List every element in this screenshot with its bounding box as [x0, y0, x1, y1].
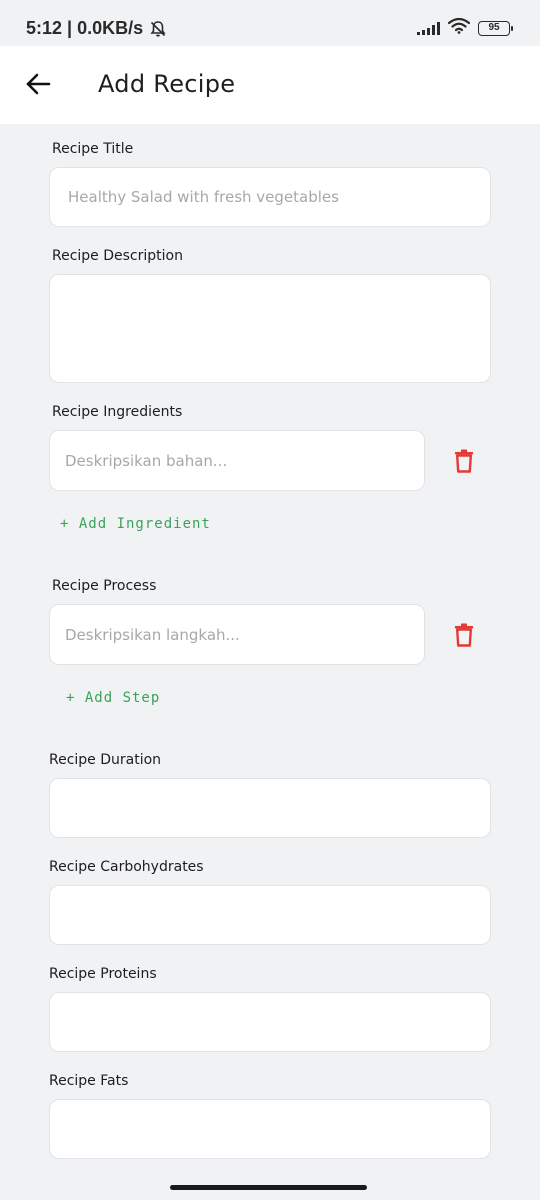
trash-icon[interactable] [454, 449, 474, 473]
recipe-title-input[interactable]: Healthy Salad with fresh vegetables [49, 167, 491, 227]
recipe-description-label: Recipe Description [52, 248, 183, 264]
ingredient-placeholder: Deskripsikan bahan... [65, 452, 228, 470]
wifi-icon [447, 17, 471, 38]
battery-icon: 95 [478, 20, 513, 36]
status-time-speed: 5:12 | 0.0KB/s [26, 18, 144, 38]
step-input[interactable]: Deskripsikan langkah... [49, 604, 425, 665]
recipe-carbohydrates-label: Recipe Carbohydrates [49, 859, 204, 875]
bell-off-icon [149, 20, 167, 38]
step-placeholder: Deskripsikan langkah... [65, 626, 240, 644]
status-bar: 5:12 | 0.0KB/s 95 [0, 0, 540, 46]
arrow-left-icon[interactable] [22, 68, 54, 100]
recipe-process-label: Recipe Process [52, 578, 157, 594]
trash-icon[interactable] [454, 623, 474, 647]
add-step-button[interactable]: + Add Step [66, 690, 160, 706]
recipe-fats-input[interactable] [49, 1099, 491, 1159]
add-ingredient-button[interactable]: + Add Ingredient [60, 516, 211, 532]
status-right: 95 [417, 17, 513, 38]
recipe-duration-input[interactable] [49, 778, 491, 838]
recipe-description-input[interactable] [49, 274, 491, 383]
recipe-fats-label: Recipe Fats [49, 1073, 129, 1089]
ingredient-input[interactable]: Deskripsikan bahan... [49, 430, 425, 491]
recipe-title-label: Recipe Title [52, 141, 134, 157]
signal-icon [417, 21, 440, 35]
recipe-proteins-input[interactable] [49, 992, 491, 1052]
home-indicator[interactable] [170, 1185, 367, 1190]
recipe-proteins-label: Recipe Proteins [49, 966, 157, 982]
status-left: 5:12 | 0.0KB/s [26, 18, 167, 39]
recipe-carbohydrates-input[interactable] [49, 885, 491, 945]
recipe-ingredients-label: Recipe Ingredients [52, 404, 183, 420]
recipe-title-placeholder: Healthy Salad with fresh vegetables [68, 188, 339, 206]
app-bar: Add Recipe [0, 46, 540, 124]
page-title: Add Recipe [98, 70, 236, 98]
recipe-duration-label: Recipe Duration [49, 752, 162, 768]
